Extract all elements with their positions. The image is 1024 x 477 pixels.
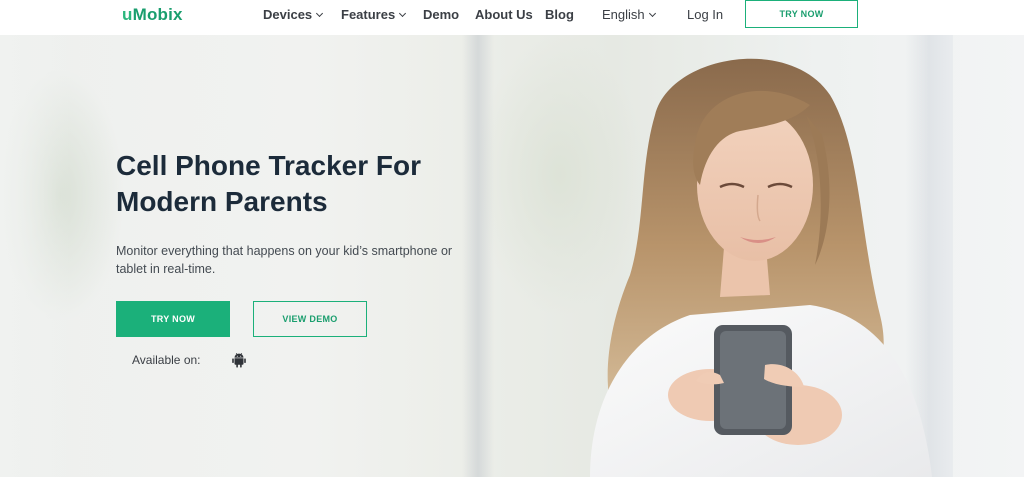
- nav-about-us[interactable]: About Us: [475, 7, 533, 22]
- top-navigation: uMobix Devices Features Demo About Us Bl…: [0, 0, 1024, 35]
- chevron-down-icon: [316, 9, 324, 18]
- header-try-now-button[interactable]: TRY NOW: [745, 0, 858, 28]
- nav-blog[interactable]: Blog: [545, 7, 574, 22]
- nav-demo[interactable]: Demo: [423, 7, 459, 22]
- woman-with-phone-image: [590, 58, 932, 477]
- hero-title: Cell Phone Tracker For Modern Parents: [116, 150, 421, 217]
- hero-subtitle: Monitor everything that happens on your …: [116, 244, 453, 276]
- available-on-label: Available on:: [132, 353, 201, 367]
- android-icon[interactable]: [231, 352, 247, 368]
- login-link[interactable]: Log In: [687, 7, 723, 22]
- umobix-logo[interactable]: uMobix: [122, 5, 183, 25]
- chevron-down-icon: [399, 9, 407, 18]
- chevron-down-icon: [648, 9, 656, 18]
- nav-features[interactable]: Features: [341, 7, 407, 22]
- view-demo-button[interactable]: VIEW DEMO: [253, 301, 367, 337]
- background-window: [0, 35, 70, 477]
- try-now-button[interactable]: TRY NOW: [116, 301, 230, 337]
- nav-devices[interactable]: Devices: [263, 7, 324, 22]
- language-selector[interactable]: English: [602, 7, 656, 22]
- background-pillar: [462, 35, 494, 477]
- hero-section: Cell Phone Tracker For Modern Parents Mo…: [0, 35, 1024, 477]
